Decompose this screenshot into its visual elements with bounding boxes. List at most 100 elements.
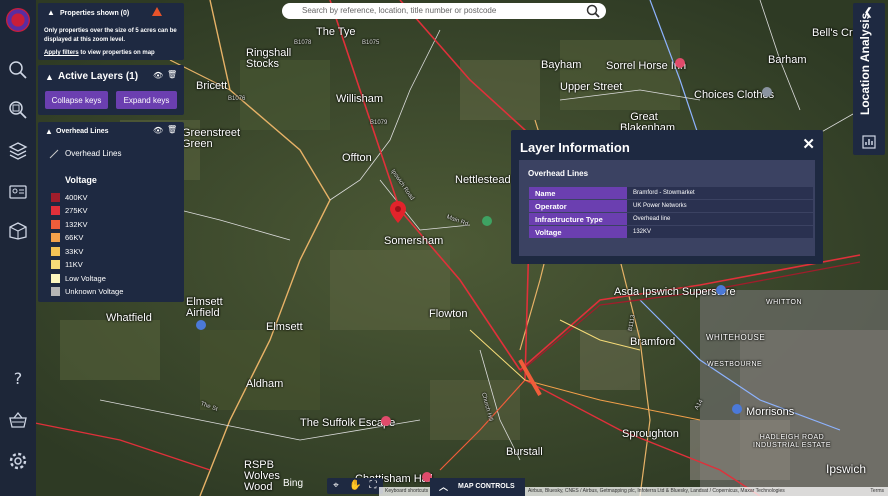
attribution-text: Airbus, Bluesky, CNES / Airbus, Getmappi… (528, 488, 785, 494)
search-icon[interactable] (586, 4, 600, 18)
bing-logo: Bing (283, 478, 304, 489)
row-value: UK Power Networks (627, 200, 813, 212)
app-logo[interactable] (6, 8, 30, 32)
road-label: B1078 (294, 40, 312, 46)
search-input[interactable]: Search by reference, location, title num… (282, 3, 606, 19)
legend-swatch (51, 273, 60, 283)
place-label: Ringshall Stocks (246, 47, 292, 70)
shop-marker-icon[interactable] (732, 404, 742, 414)
place-label: Sproughton (622, 428, 679, 440)
location-pin-icon[interactable] (390, 201, 406, 223)
svg-text:?: ? (14, 369, 23, 388)
table-row: Voltage 132KV (529, 226, 813, 238)
search-properties-icon[interactable] (8, 60, 28, 80)
place-marker-icon[interactable] (762, 87, 772, 97)
place-label: The Tye (316, 26, 356, 38)
chevron-up-icon[interactable]: ▲ (47, 8, 55, 17)
table-row: Operator UK Power Networks (529, 200, 813, 212)
active-layers-title: Active Layers (1) (58, 71, 139, 82)
keyboard-shortcuts-link[interactable]: Keyboard shortcuts (379, 487, 430, 496)
locate-icon[interactable]: ⌖ (330, 480, 342, 492)
eye-icon[interactable]: 👁 (153, 71, 163, 80)
legend-item: 275KV (51, 206, 88, 216)
id-card-icon[interactable] (8, 182, 28, 202)
chevron-up-icon[interactable]: ▲ (45, 72, 54, 82)
place-label: Greenstreet Green (182, 127, 241, 150)
legend-swatch (51, 219, 60, 229)
pan-hand-icon[interactable]: ✋ (349, 480, 361, 492)
place-label: Aldham (246, 378, 284, 390)
place-label: WHITTON (766, 299, 803, 306)
warning-icon (152, 7, 162, 16)
map-attribution: Airbus, Bluesky, CNES / Airbus, Getmappi… (525, 487, 888, 496)
map-controls-button[interactable]: ︿ MAP CONTROLS (430, 478, 525, 496)
expand-keys-button[interactable]: Expand keys (116, 91, 177, 109)
place-label: HADLEIGH ROAD INDUSTRIAL ESTATE (753, 434, 831, 449)
map-controls-label: MAP CONTROLS (458, 483, 515, 490)
trash-icon[interactable]: 🗑 (167, 70, 177, 79)
place-label: Elmsett (266, 321, 303, 333)
park-marker-icon[interactable] (482, 216, 492, 226)
place-label: Whatfield (106, 312, 152, 324)
help-icon[interactable]: ? (8, 368, 28, 388)
place-label: Elmsett Airfield (186, 296, 223, 319)
place-label: Burstall (506, 446, 543, 458)
legend-swatch (51, 246, 60, 256)
layer-info-body: Overhead Lines Name Bramford - Stowmarket… (519, 160, 815, 256)
place-label: Nettlestead (455, 174, 511, 186)
legend-label: 132KV (65, 219, 88, 229)
chevron-up-icon: ︿ (439, 482, 449, 492)
apply-filters-suffix: to view properties on map (80, 50, 155, 56)
place-label: WESTBOURNE (707, 361, 763, 368)
row-value: 132KV (627, 226, 813, 238)
layer-info-title: Layer Information (520, 140, 630, 155)
line-icon (49, 149, 59, 159)
location-analysis-tab[interactable]: ❮ Location Analysis (853, 3, 885, 155)
table-row: Name Bramford - Stowmarket (529, 187, 813, 199)
legend-swatch (51, 260, 60, 269)
draw-shape-icon[interactable]: ⛶ (367, 480, 379, 492)
layer-information-panel: Layer Information ✕ Overhead Lines Name B… (511, 130, 823, 264)
hotel-marker-icon[interactable] (381, 416, 391, 426)
row-key: Infrastructure Type (529, 213, 627, 225)
left-toolbar: ? (0, 0, 36, 496)
row-key: Operator (529, 200, 627, 212)
report-icon[interactable] (862, 135, 876, 149)
road-label: B1076 (228, 96, 246, 102)
place-label: Bayham (541, 59, 582, 71)
legend-item: 400KV (51, 192, 88, 202)
layer-info-table: Name Bramford - Stowmarket Operator UK Pow… (529, 186, 813, 239)
legend-item: 132KV (51, 219, 88, 229)
place-label: Willisham (336, 93, 384, 105)
close-icon[interactable]: ✕ (802, 135, 815, 153)
search-area-icon[interactable] (8, 100, 28, 120)
location-analysis-label: Location Analysis (858, 12, 872, 115)
legend-item: 66KV (51, 233, 83, 243)
trash-icon[interactable]: 🗑 (167, 125, 177, 134)
legend-swatch (51, 233, 60, 242)
properties-info: Only properties over the size of 5 acres… (44, 28, 177, 43)
layers-icon[interactable] (8, 141, 28, 161)
place-label: WHITEHOUSE (706, 333, 766, 342)
place-label: Somersham (384, 235, 444, 247)
terms-link[interactable]: Terms (870, 487, 884, 496)
airfield-marker-icon[interactable] (196, 320, 206, 330)
legend-label: 11KV (65, 260, 83, 269)
legend-item: Low Voltage (51, 273, 106, 283)
basket-icon[interactable] (8, 410, 28, 430)
settings-gear-icon[interactable] (8, 451, 28, 471)
shop-marker-icon[interactable] (716, 285, 726, 295)
legend-label: 33KV (65, 246, 84, 256)
place-label: Offton (342, 152, 372, 164)
voltage-title: Voltage (65, 175, 97, 185)
road-label: B1075 (362, 40, 380, 46)
row-key: Name (529, 187, 627, 199)
eye-icon[interactable]: 👁 (153, 126, 163, 135)
legend-label: 275KV (65, 206, 88, 215)
apply-filters-link[interactable]: Apply filters (44, 50, 79, 56)
map-book-icon[interactable] (8, 221, 28, 241)
chevron-up-icon[interactable]: ▲ (45, 127, 53, 136)
row-value: Overhead line (627, 213, 813, 225)
collapse-keys-button[interactable]: Collapse keys (45, 91, 108, 109)
shop-marker-icon[interactable] (675, 58, 685, 68)
